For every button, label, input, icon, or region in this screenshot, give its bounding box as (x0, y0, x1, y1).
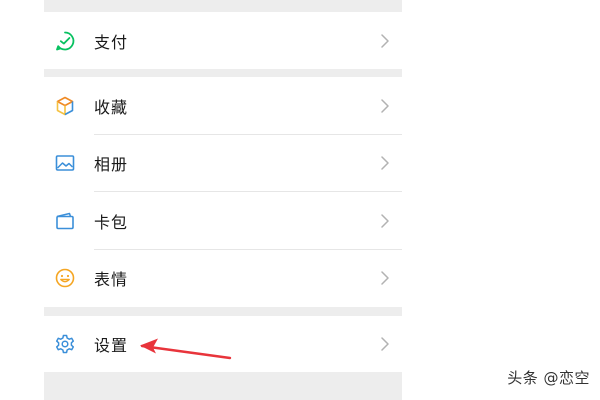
wallet-icon (54, 210, 76, 232)
gear-icon (54, 333, 76, 355)
chevron-right-icon (380, 270, 390, 286)
menu-item-favorites[interactable]: 收藏 (44, 77, 402, 135)
chevron-right-icon (380, 33, 390, 49)
smiley-icon (54, 267, 76, 289)
chevron-right-icon (380, 336, 390, 352)
menu-item-card-wallet[interactable]: 卡包 (44, 192, 402, 250)
menu-item-favorites-label: 收藏 (94, 97, 129, 117)
annotation-arrow (140, 338, 232, 360)
menu-item-payment-label: 支付 (94, 32, 129, 52)
group-payment: 支付 (44, 12, 402, 69)
menu-item-album-label: 相册 (94, 155, 129, 175)
menu-item-stickers-label: 表情 (94, 270, 129, 290)
menu-item-card-wallet-label: 卡包 (94, 212, 129, 232)
cube-icon (54, 95, 76, 117)
payment-icon (54, 30, 76, 52)
chevron-right-icon (380, 98, 390, 114)
menu-item-settings-label: 设置 (94, 336, 129, 355)
watermark: 头条 @恋空 (507, 369, 590, 387)
menu-item-stickers[interactable]: 表情 (44, 250, 402, 308)
chevron-right-icon (380, 213, 390, 229)
menu-item-payment[interactable]: 支付 (44, 12, 402, 69)
menu-item-album[interactable]: 相册 (44, 135, 402, 192)
image-icon (54, 152, 76, 174)
group-collections: 收藏 相册 卡包 表情 (44, 77, 402, 307)
chevron-right-icon (380, 155, 390, 171)
